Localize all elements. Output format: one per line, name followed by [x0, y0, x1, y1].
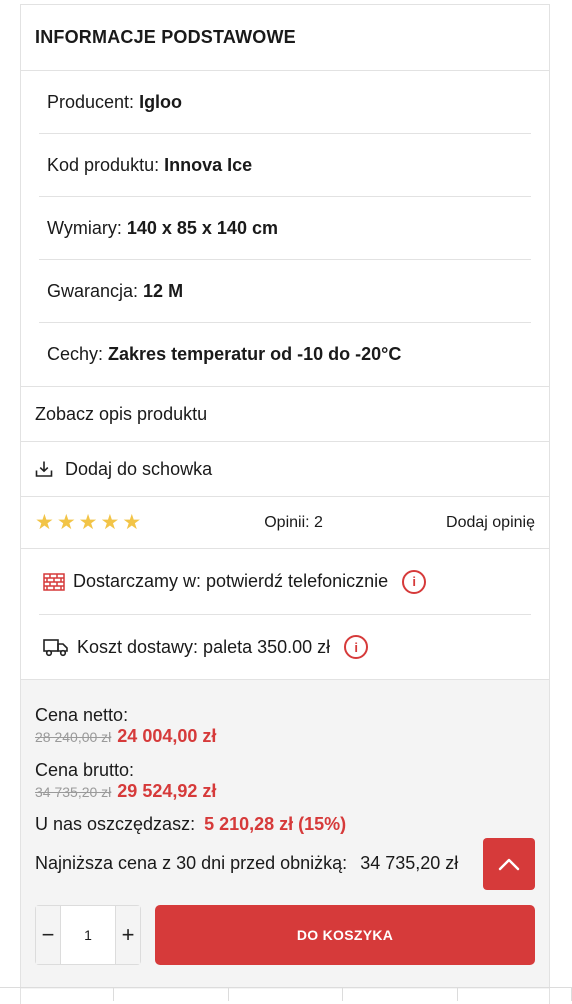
net-old-price: 28 240,00 zł [35, 729, 112, 745]
gross-new-price: 29 524,92 zł [117, 781, 217, 801]
attribute-label: Kod produktu: [47, 154, 160, 175]
attribute-label: Wymiary: [47, 217, 122, 238]
attribute-row-code: Kod produktu: Innova Ice [39, 134, 531, 197]
tab-item[interactable] [343, 988, 458, 1001]
gross-price-line: 34 735,20 zł 29 524,92 zł [35, 781, 535, 802]
star-icon: ★ [78, 511, 98, 534]
net-price-line: 28 240,00 zł 24 004,00 zł [35, 726, 535, 747]
add-review-link[interactable]: Dodaj opinię [446, 514, 535, 532]
tab-item[interactable] [458, 988, 572, 1001]
price-panel: Cena netto: 28 240,00 zł 24 004,00 zł Ce… [21, 679, 549, 989]
lowest-price-value: 34 735,20 zł [360, 853, 459, 873]
delivery-cost-text: Koszt dostawy: paleta 350.00 zł [77, 636, 331, 657]
attribute-row-producer: Producent: Igloo [39, 71, 531, 134]
quantity-input[interactable]: 1 [61, 906, 115, 964]
see-description-label: Zobacz opis produktu [35, 403, 208, 424]
star-icon: ★ [56, 511, 76, 534]
savings-label: U nas oszczędzasz: [35, 814, 196, 834]
attribute-label: Gwarancja: [47, 280, 139, 301]
delivery-availability-text: Dostarczamy w: potwierdź telefonicznie [73, 571, 389, 591]
chevron-up-icon [498, 858, 520, 871]
attribute-row-features: Cechy: Zakres temperatur od -10 do -20°C [39, 323, 531, 386]
reviews-row: ★ ★ ★ ★ ★ Opinii: 2 Dodaj opinię [21, 496, 549, 548]
truck-icon [43, 637, 69, 657]
see-description-link[interactable]: Zobacz opis produktu [21, 386, 549, 441]
delivery-section: Dostarczamy w: potwierdź telefonicznie i… [21, 548, 549, 679]
quantity-stepper: − 1 + [35, 905, 141, 965]
attribute-value: 12 M [143, 280, 184, 301]
star-rating[interactable]: ★ ★ ★ ★ ★ [35, 512, 141, 533]
tab-item[interactable] [0, 988, 115, 1001]
attribute-label: Cechy: [47, 344, 104, 364]
reviews-count[interactable]: Opinii: 2 [264, 514, 323, 532]
add-to-clipboard-button[interactable]: Dodaj do schowka [21, 441, 549, 496]
star-icon: ★ [100, 511, 120, 534]
add-to-clipboard-label: Dodaj do schowka [65, 458, 213, 479]
attribute-label: Producent: [47, 91, 135, 112]
brick-wall-icon [43, 572, 65, 591]
quantity-increase-button[interactable]: + [115, 906, 140, 964]
attribute-value: 140 x 85 x 140 cm [126, 217, 278, 238]
download-tray-icon [35, 461, 53, 477]
quantity-decrease-button[interactable]: − [36, 906, 61, 964]
gross-old-price: 34 735,20 zł [35, 784, 112, 800]
attribute-value: Innova Ice [164, 154, 253, 175]
attribute-list: Producent: Igloo Kod produktu: Innova Ic… [21, 71, 549, 386]
lowest-price-label: Najniższa cena z 30 dni przed obniżką: [35, 853, 348, 873]
section-title: INFORMACJE PODSTAWOWE [21, 5, 549, 71]
add-to-cart-row: − 1 + DO KOSZYKA [35, 905, 535, 965]
attribute-value[interactable]: Igloo [139, 92, 182, 113]
info-icon[interactable]: i [402, 569, 427, 594]
star-icon: ★ [35, 511, 54, 534]
scroll-to-top-button[interactable] [483, 838, 535, 890]
info-icon[interactable]: i [344, 635, 369, 659]
delivery-cost: Koszt dostawy: paleta 350.00 zł i [39, 614, 531, 679]
delivery-availability: Dostarczamy w: potwierdź telefonicznie i [39, 549, 531, 614]
lowest-price-line: Najniższa cena z 30 dni przed obniżką: 3… [35, 853, 535, 874]
attribute-value: Zakres temperatur od -10 do -20°C [108, 344, 402, 364]
attribute-row-dimensions: Wymiary: 140 x 85 x 140 cm [39, 197, 531, 260]
bottom-tab-bar [0, 987, 572, 1001]
star-icon: ★ [122, 511, 142, 534]
savings-value: 5 210,28 zł (15%) [204, 814, 347, 834]
attribute-row-warranty: Gwarancja: 12 M [39, 260, 531, 323]
tab-item[interactable] [114, 988, 229, 1001]
net-price-label: Cena netto: [35, 705, 129, 725]
tab-item[interactable] [229, 988, 344, 1001]
gross-price-label: Cena brutto: [35, 760, 135, 780]
product-info-card: INFORMACJE PODSTAWOWE Producent: Igloo K… [20, 4, 550, 1004]
net-new-price: 24 004,00 zł [117, 726, 217, 746]
add-to-cart-button[interactable]: DO KOSZYKA [155, 905, 535, 965]
savings-line: U nas oszczędzasz: 5 210,28 zł (15%) [35, 814, 535, 835]
